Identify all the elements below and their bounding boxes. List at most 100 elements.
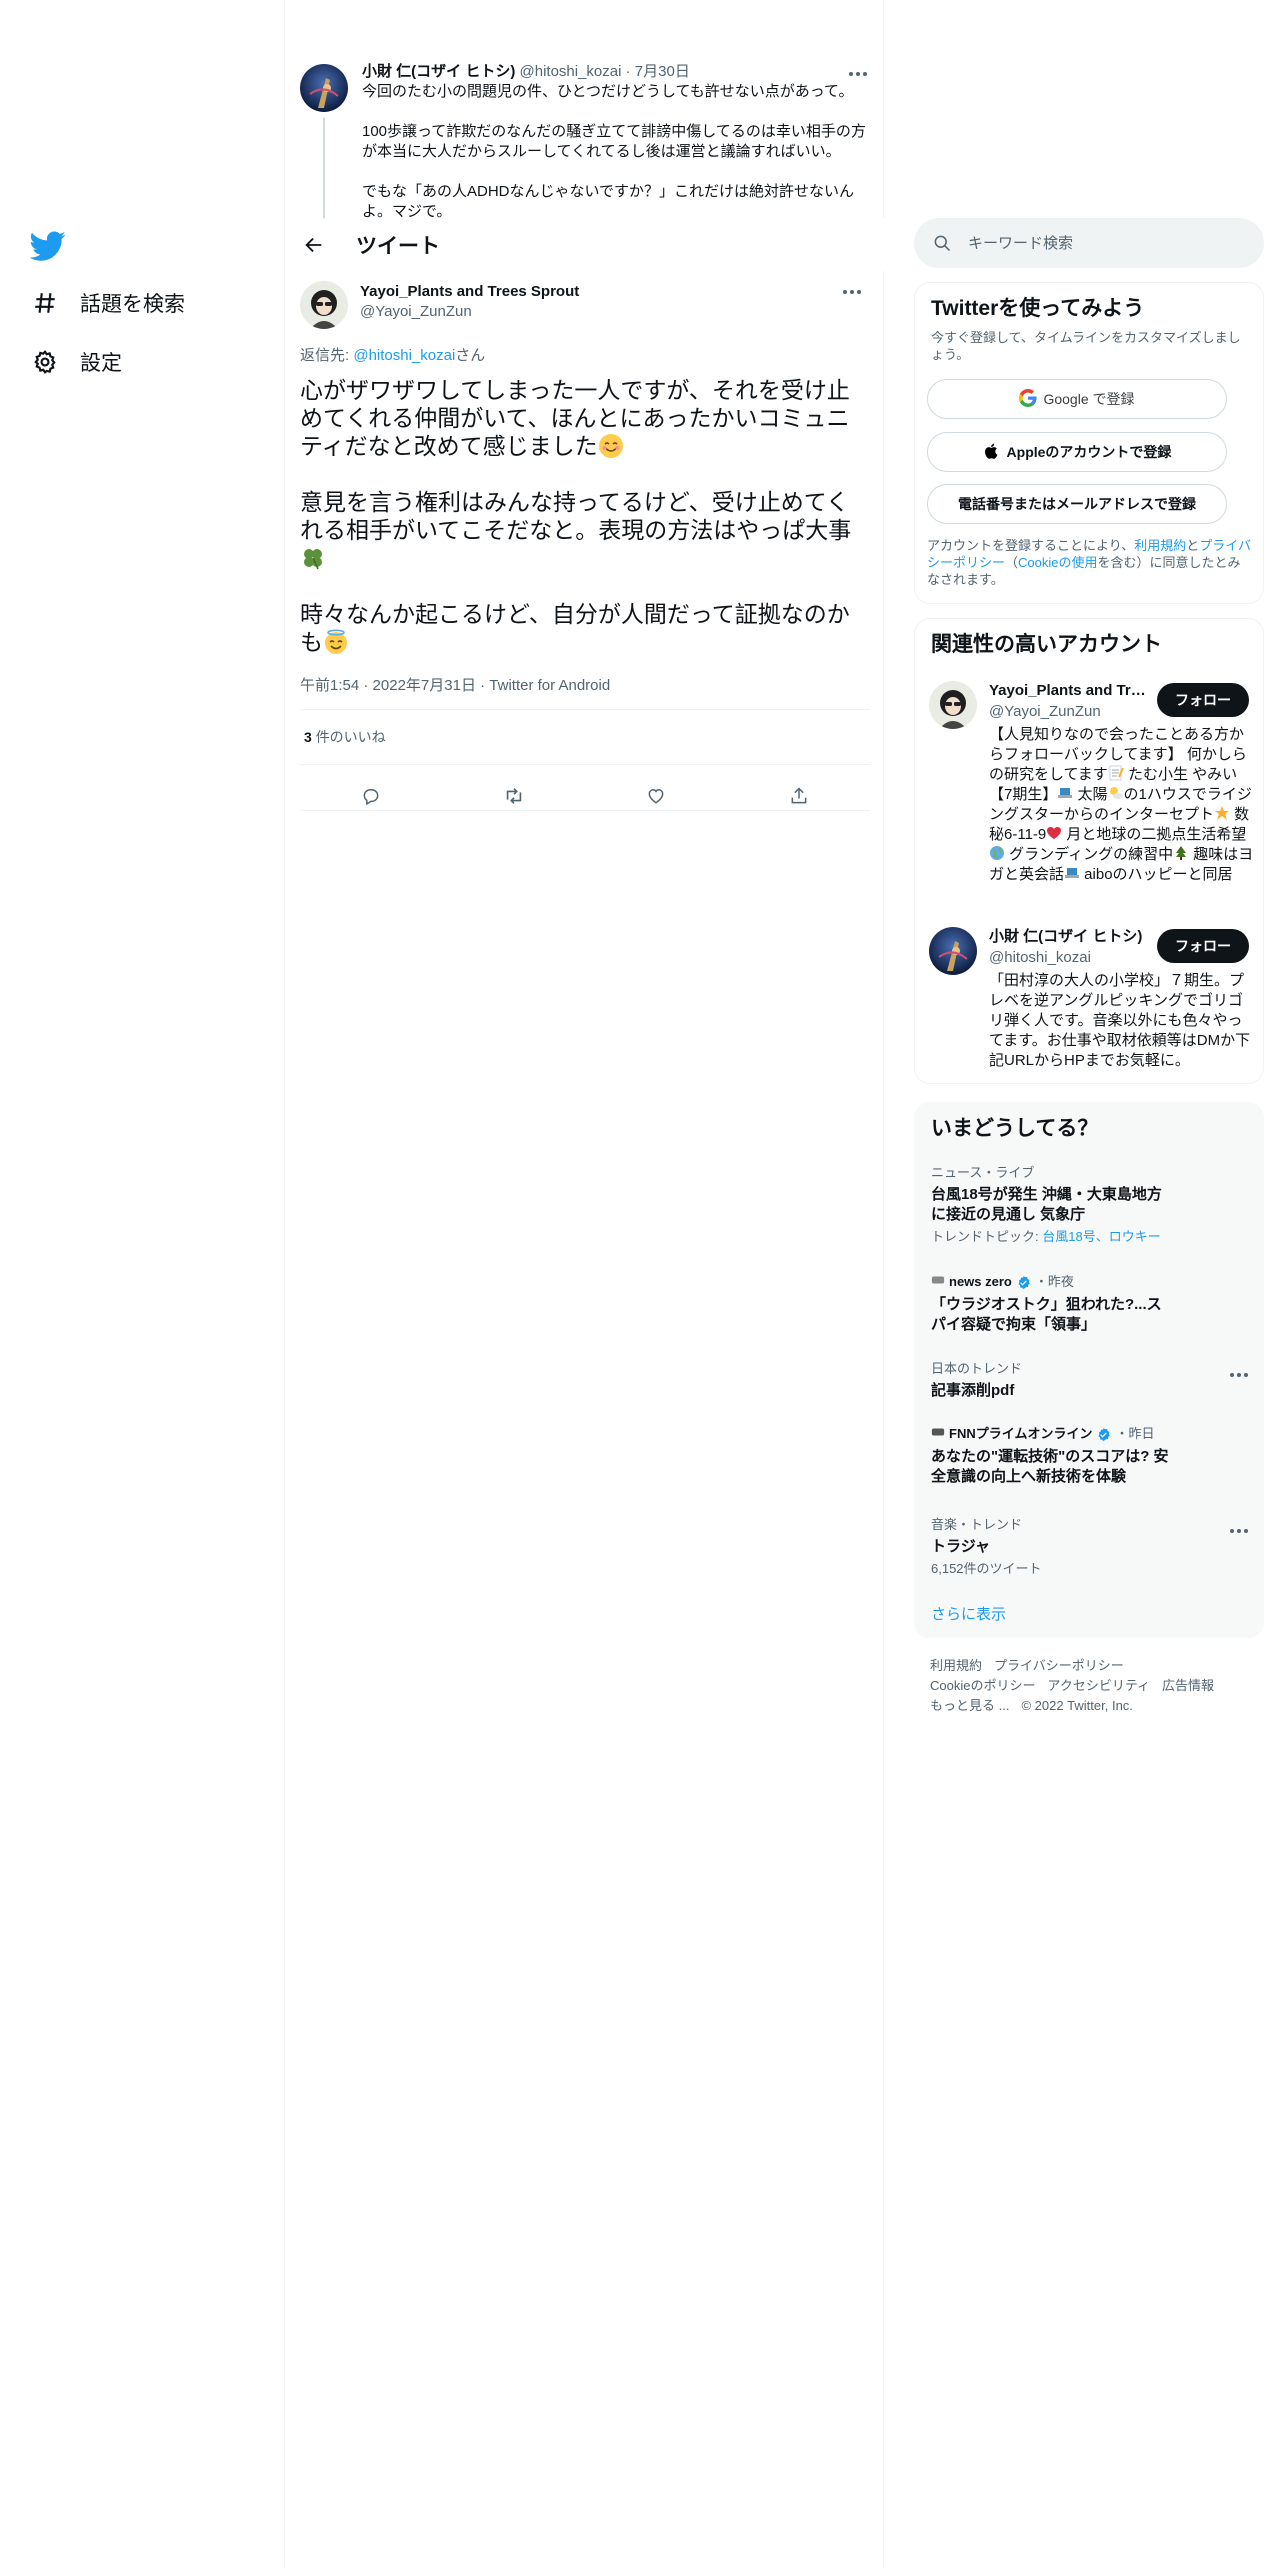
verified-badge-icon [1096, 1427, 1111, 1442]
footer-privacy-link[interactable]: プライバシーポリシー [994, 1658, 1124, 1673]
trend-item[interactable]: news zero ・昨夜 「ウラジオストク」狙われた?...スパイ容疑で拘束「… [931, 1273, 1251, 1335]
hashtag-icon [30, 288, 60, 318]
footer-cookie-link[interactable]: Cookieのポリシー [930, 1678, 1035, 1693]
account-handle[interactable]: @Yayoi_ZunZun [989, 702, 1101, 722]
legal-text: と [1186, 538, 1200, 553]
google-signup-button[interactable]: Google で登録 [927, 379, 1227, 419]
more-options-icon[interactable] [840, 282, 864, 302]
likes-label: 件のいいね [315, 729, 386, 745]
cookie-link[interactable]: Cookieの使用 [1018, 555, 1097, 570]
terms-link[interactable]: 利用規約 [1134, 538, 1186, 553]
author-name[interactable]: 小財 仁(コザイ ヒトシ) [362, 63, 515, 80]
footer-ads-link[interactable]: 広告情報 [1162, 1678, 1214, 1693]
trend-category: 音楽・トレンド [931, 1517, 1023, 1532]
likes-count[interactable]: 3 件のいいね [304, 727, 386, 747]
account-bio: 【人見知りなので会ったことある方からフォローバックしてます】 何かしらの研究をし… [989, 725, 1255, 885]
tweet-date[interactable]: 7月30日 [635, 63, 690, 80]
tweet-text: 心がザワザワしてしまった一人ですが、それを受け止めてくれる仲間がいて、ほんとにあ… [300, 376, 865, 656]
tweet-paragraph: 時々なんか起こるけど、自分が人間だって証拠なのかも [300, 601, 850, 655]
avatar[interactable] [300, 64, 348, 112]
globe-emoji-icon [989, 845, 1005, 861]
account-handle[interactable]: @hitoshi_kozai [989, 948, 1091, 968]
avatar[interactable] [929, 927, 977, 975]
laptop-emoji-icon [1057, 785, 1073, 801]
bio-text: 太陽 [1073, 786, 1108, 803]
signup-card: Twitterを使ってみよう 今すぐ登録して、タイムラインをカスタマイズしましょ… [914, 282, 1264, 604]
reply-handle-link[interactable]: @hitoshi_kozai [353, 347, 455, 364]
signup-title: Twitterを使ってみよう [931, 297, 1145, 320]
twitter-logo-icon[interactable] [29, 228, 66, 264]
avatar[interactable] [300, 281, 348, 329]
trend-topics: トレンドトピック: 台風18号、ロウキー [931, 1229, 1251, 1245]
divider [300, 764, 870, 765]
trend-topic-label: トレンドトピック: [931, 1229, 1043, 1244]
four-leaf-clover-emoji-icon [300, 545, 326, 571]
trend-tweet-count: 6,152件のツイート [931, 1561, 1042, 1576]
trend-item[interactable]: ニュース・ライブ 台風18号が発生 沖縄・大東島地方に接近の見通し 気象庁 トレ… [931, 1165, 1251, 1245]
footer-terms-link[interactable]: 利用規約 [930, 1658, 982, 1673]
sun-cloud-emoji-icon [1108, 785, 1124, 801]
trend-title: あなたの"運転技術"のスコアは? 安全意識の向上へ新技術を体験 [931, 1448, 1169, 1485]
back-arrow-icon[interactable] [296, 227, 332, 263]
nav-explore-label: 話題を検索 [80, 293, 185, 316]
trends-title: いまどうしてる？ [931, 1117, 1099, 1140]
sidebar-footer: 利用規約 プライバシーポリシー Cookieのポリシー アクセシビリティ 広告情報 も… [930, 1656, 1260, 1716]
more-options-icon[interactable] [846, 64, 870, 84]
tweet-date[interactable]: 2022年7月31日 [373, 677, 476, 694]
trend-topic-links[interactable]: 台風18号、ロウキー [1042, 1229, 1160, 1244]
author-handle[interactable]: @Yayoi_ZunZun [360, 302, 579, 322]
smiling-face-emoji-icon [598, 433, 624, 459]
phone-email-signup-label: 電話番号またはメールアドレスで登録 [958, 496, 1196, 512]
show-more-link[interactable]: さらに表示 [931, 1603, 1006, 1624]
thread-connector [323, 118, 325, 222]
account-name[interactable]: Yayoi_Plants and Trees Sprout [989, 681, 1149, 701]
divider [300, 709, 870, 710]
likes-number: 3 [304, 729, 312, 745]
signup-legal-text: アカウントを登録することにより、利用規約とプライバシーポリシー（Cookieの使… [927, 537, 1252, 588]
more-options-icon[interactable] [1227, 1365, 1251, 1385]
tweet-paragraph: でもな「あの人ADHDなんじゃないですか？」これだけは絶対許せないんよ。マジで。 [362, 183, 855, 220]
tweet-paragraph: 今回のたむ小の問題児の件、ひとつだけどうしても許せない点があって。 [362, 83, 854, 100]
follow-button[interactable]: フォロー [1157, 683, 1249, 717]
author-name[interactable]: Yayoi_Plants and Trees Sprout [360, 282, 579, 302]
search-input[interactable] [968, 234, 1248, 252]
divider [300, 810, 870, 811]
bio-text: グランディングの練習中 [1005, 846, 1174, 863]
nav-settings[interactable]: 設定 [30, 347, 122, 377]
account-bio: 「田村淳の大人の小学校」７期生。プレベを逆アングルピッキングでゴリゴリ弾く人です… [989, 972, 1251, 1069]
parent-tweet[interactable]: 小財 仁(コザイ ヒトシ) @hitoshi_kozai · 7月30日 今回の… [300, 62, 870, 222]
relevant-title: 関連性の高いアカウント [931, 633, 1162, 656]
follow-button[interactable]: フォロー [1157, 929, 1249, 963]
legal-text: アカウントを登録することにより、 [927, 538, 1135, 553]
nav-settings-label: 設定 [80, 352, 122, 375]
author-handle[interactable]: @hitoshi_kozai [520, 63, 622, 80]
footer-accessibility-link[interactable]: アクセシビリティ [1047, 1678, 1150, 1693]
tweet-time[interactable]: 午前1:54 [300, 677, 359, 694]
news-source-logo-icon [931, 1273, 945, 1291]
news-source-logo-icon [931, 1425, 945, 1443]
page-title: ツイート [356, 234, 440, 258]
search-bar[interactable] [914, 218, 1264, 268]
apple-signup-button[interactable]: Appleのアカウントで登録 [927, 432, 1227, 472]
trend-item[interactable]: 音楽・トレンド トラジャ 6,152件のツイート [931, 1517, 1251, 1577]
trend-item[interactable]: FNNプライムオンライン ・昨日 あなたの"運転技術"のスコアは? 安全意識の向… [931, 1425, 1251, 1487]
trend-item[interactable]: 日本のトレンド 記事添削pdf [931, 1361, 1251, 1401]
tweet-timestamp: 午前1:54 · 2022年7月31日 · Twitter for Androi… [300, 677, 611, 694]
left-nav: 話題を検索 設定 [0, 0, 285, 2568]
trend-title: 台風18号が発生 沖縄・大東島地方に接近の見通し 気象庁 [931, 1186, 1162, 1223]
reply-suffix: さん [455, 347, 486, 364]
tree-emoji-icon [1173, 845, 1189, 861]
more-options-icon[interactable] [1227, 1521, 1251, 1541]
account-name[interactable]: 小財 仁(コザイ ヒトシ) [989, 927, 1149, 947]
tweet-header: ツイート [286, 218, 884, 271]
nav-explore[interactable]: 話題を検索 [30, 288, 185, 318]
footer-more-link[interactable]: もっと見る ... [930, 1698, 1009, 1713]
bio-text: aiboのハッピーと同居 [1080, 866, 1233, 883]
phone-email-signup-button[interactable]: 電話番号またはメールアドレスで登録 [927, 484, 1227, 524]
avatar[interactable] [929, 681, 977, 729]
tweet-source[interactable]: Twitter for Android [489, 677, 610, 694]
heart-emoji-icon [1046, 825, 1062, 841]
gear-icon [30, 347, 60, 377]
halo-face-emoji-icon [323, 629, 349, 655]
reply-context: 返信先: @hitoshi_kozaiさん [300, 344, 485, 365]
